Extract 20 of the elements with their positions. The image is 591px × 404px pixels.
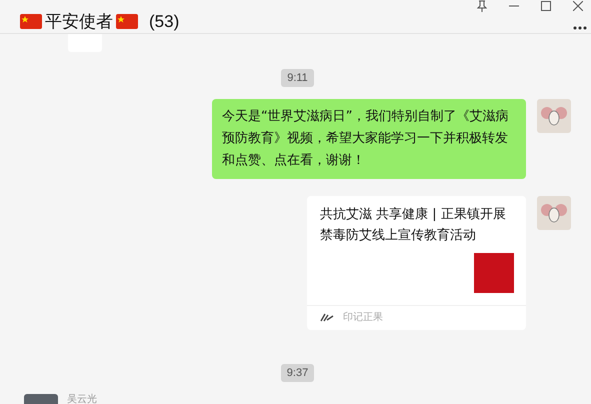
- chat-title: 平安使者: [45, 11, 113, 33]
- avatar: [537, 99, 571, 133]
- avatar: [537, 196, 571, 230]
- close-icon[interactable]: [573, 1, 583, 11]
- message-bubble: 今天是“世界艾滋病日”，我们特别自制了《艾滋病预防教育》视频，希望大家能学习一下并积极转发和点赞、点在看，谢谢！: [212, 99, 526, 179]
- timestamp: 9:37: [280, 364, 314, 382]
- avatar: [24, 394, 58, 404]
- flag-icon: [116, 14, 138, 29]
- flag-icon: [20, 14, 42, 29]
- sender-name: 吴云光: [67, 394, 97, 404]
- article-thumbnail: [474, 253, 514, 293]
- timestamp: 9:11: [281, 69, 314, 87]
- article-title: 共抗艾滋 共享健康 | 正果镇开展禁毒防艾线上宣传教育活动: [319, 206, 507, 245]
- member-count: (53): [149, 12, 180, 32]
- article-card[interactable]: 共抗艾滋 共享健康 | 正果镇开展禁毒防艾线上宣传教育活动 印记正果: [307, 196, 526, 330]
- article-source: 印记正果: [343, 310, 383, 324]
- source-logo-icon: [320, 312, 334, 322]
- maximize-icon[interactable]: [541, 1, 551, 11]
- more-icon[interactable]: [573, 26, 587, 30]
- pin-icon[interactable]: [477, 0, 487, 12]
